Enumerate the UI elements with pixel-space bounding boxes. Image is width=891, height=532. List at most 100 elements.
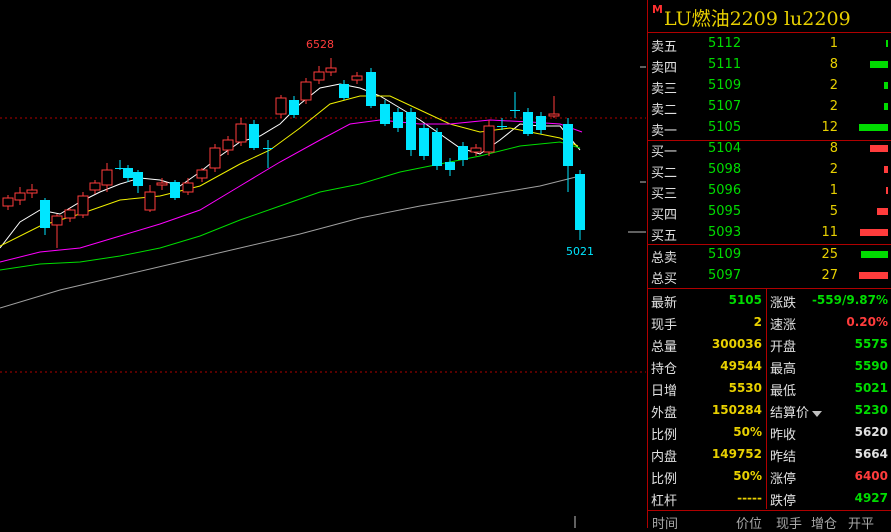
level-price: 5093 [708,225,742,240]
candle-body [339,84,349,98]
stat-right-label: 速涨 [770,318,797,333]
volume-bar [884,166,888,173]
orderbook-row[interactable]: 买三 5096 1 [648,181,891,202]
candle-body [445,162,455,170]
volume-bar [886,40,888,47]
stat-right-value: 5664 [854,447,888,461]
dropdown-icon [812,410,823,417]
orderbook-row[interactable]: 总买 5097 27 [648,266,891,287]
stat-right-value: 5590 [854,359,888,373]
stat-right-label: 昨收 [770,428,797,443]
stat-right-row: 昨结 5664 [767,443,891,466]
stat-right-value: 5021 [854,381,888,395]
candle-body [523,112,533,134]
contract-title: LU燃油2209 lu2209 [664,8,851,30]
stat-left-label: 日增 [651,384,678,399]
stat-left-value: 2 [753,315,762,329]
tick-table-header: 时间 价位 现手 增仓 开平 [648,510,891,532]
stat-right-row: 昨收 5620 [767,421,891,444]
stat-right-value: 5620 [854,425,888,439]
level-label: 总买 [651,272,678,287]
col-price: 价位 [736,517,763,532]
stat-left-label: 现手 [651,318,678,333]
candle-body [263,148,273,149]
level-label: 卖五 [651,40,678,55]
orderbook-row[interactable]: 卖五 5112 1 [648,34,891,55]
orderbook-row[interactable]: 卖四 5111 8 [648,55,891,76]
stat-left-row: 最新 5105 [648,289,766,312]
candle-body [156,182,168,186]
volume-bar [886,187,888,194]
level-label: 总卖 [651,251,678,266]
col-time: 时间 [652,517,679,532]
candle-body [26,189,38,194]
level-volume: 12 [821,120,838,135]
candle-body [196,169,208,179]
candlestick-chart[interactable]: 6528 5021 [0,0,646,528]
low-price-label: 5021 [566,245,594,258]
stat-left-row: 总量 300036 [648,333,766,356]
orderbook-row[interactable]: 卖一 5105 12 [648,118,891,139]
stat-left-row: 持仓 49544 [648,355,766,378]
volume-bar [860,229,888,236]
candle-body [170,182,180,198]
col-qty: 现手 [776,517,803,532]
volume-bar [877,208,888,215]
level-volume: 8 [829,141,838,156]
level-volume: 1 [829,183,838,198]
volume-bar [870,61,888,68]
contract-header[interactable]: M LU燃油2209 lu2209 [648,0,891,32]
orderbook-row[interactable]: 买二 5098 2 [648,160,891,181]
stat-left-value: 49544 [720,359,762,373]
stat-left-row: 内盘 149752 [648,443,766,466]
candle-body [222,139,234,151]
marker-badge: M [652,3,663,16]
candle-body [483,125,495,153]
level-label: 买二 [651,166,678,181]
orderbook-row[interactable]: 买五 5093 11 [648,223,891,244]
candle-body [351,75,363,81]
orderbook-row[interactable]: 总卖 5109 25 [648,245,891,266]
level-price: 5109 [708,78,742,93]
stat-right-label: 最高 [770,362,797,377]
stat-right-label: 开盘 [770,340,797,355]
level-volume: 8 [829,57,838,72]
stat-right-row: 开盘 5575 [767,333,891,356]
stat-left-label: 杠杆 [651,494,678,509]
stat-right-label: 最低 [770,384,797,399]
stat-right-row: 跌停 4927 [767,487,891,510]
level-volume: 25 [821,247,838,262]
stat-left-label: 持仓 [651,362,678,377]
candle-body [563,124,573,166]
ma-line-3 [0,119,583,263]
candle-body [419,128,429,156]
stat-right-row[interactable]: 结算价 5230 [767,399,891,422]
candle-body [101,169,113,186]
orderbook-row[interactable]: 买四 5095 5 [648,202,891,223]
candle-body [548,113,560,117]
stat-right-label: 涨跌 [770,296,797,311]
candle-body [182,182,194,193]
orderbook-row[interactable]: 卖二 5107 2 [648,97,891,118]
level-price: 5109 [708,247,742,262]
level-price: 5097 [708,268,742,283]
stat-left-label: 比例 [651,472,678,487]
stat-right-row: 涨跌 -559/9.87% [767,289,891,312]
candle-body [275,97,287,115]
level-volume: 1 [829,36,838,51]
stat-left-row: 现手 2 [648,311,766,334]
stat-left-value: 50% [733,469,762,483]
candle-body [89,182,101,191]
level-price: 5111 [708,57,742,72]
candle-body [406,112,416,150]
candle-body [458,146,468,160]
stat-left-value: 5530 [728,381,762,395]
orderbook-row[interactable]: 买一 5104 8 [648,139,891,160]
stat-right-value: 5230 [854,403,888,417]
stat-left-row: 日增 5530 [648,377,766,400]
candles [2,58,585,248]
volume-bar [884,103,888,110]
candle-body [249,124,259,148]
orderbook-row[interactable]: 卖三 5109 2 [648,76,891,97]
divider [648,32,891,33]
